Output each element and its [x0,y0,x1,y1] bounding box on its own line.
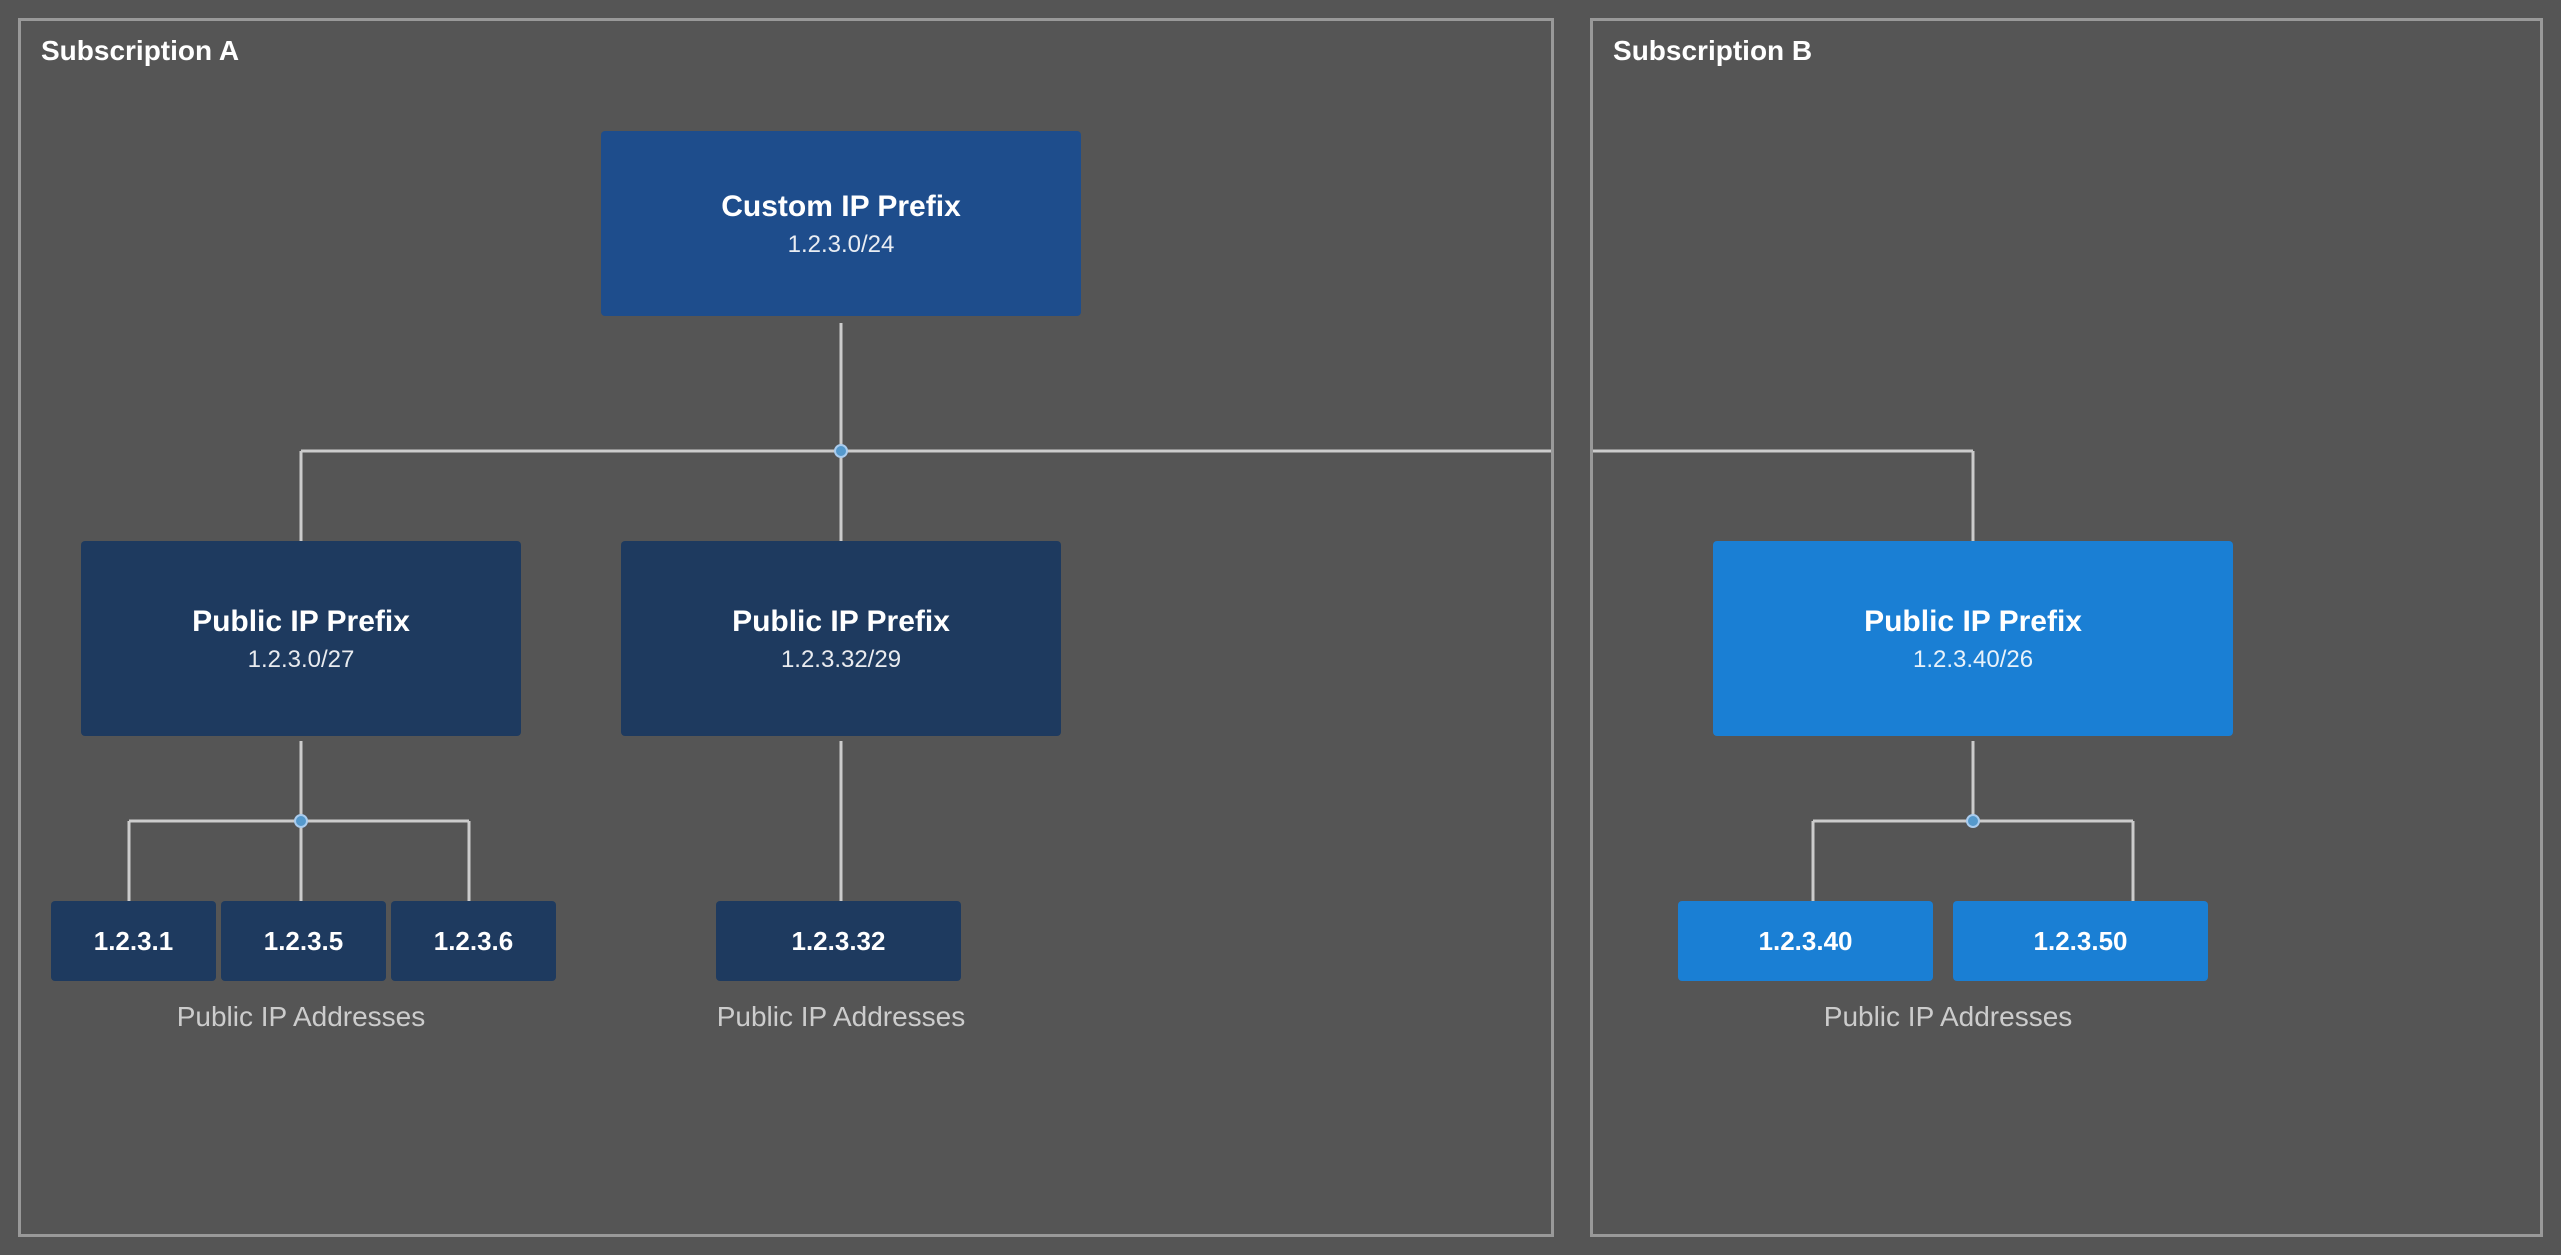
ip-left-2: 1.2.3.5 [221,901,386,981]
public-ip-prefix-left-box: Public IP Prefix 1.2.3.0/27 [81,541,521,736]
custom-ip-prefix-title: Custom IP Prefix [721,189,961,225]
public-ip-prefix-middle-subtitle: 1.2.3.32/29 [781,646,901,674]
public-ip-prefix-left-subtitle: 1.2.3.0/27 [248,646,355,674]
ip-left-3: 1.2.3.6 [391,901,556,981]
custom-ip-prefix-subtitle: 1.2.3.0/24 [788,231,895,259]
public-ip-prefix-right-title: Public IP Prefix [1864,604,2082,640]
subscription-a-label: Subscription A [41,35,239,67]
ip-right-1-text: 1.2.3.40 [1759,926,1853,957]
custom-ip-prefix-box: Custom IP Prefix 1.2.3.0/24 [601,131,1081,316]
ip-right-2: 1.2.3.50 [1953,901,2208,981]
public-ip-prefix-right-subtitle: 1.2.3.40/26 [1913,646,2033,674]
ip-right-2-text: 1.2.3.50 [2034,926,2128,957]
public-ip-prefix-left-title: Public IP Prefix [192,604,410,640]
ip-middle-1: 1.2.3.32 [716,901,961,981]
junction-dot-left [294,814,308,828]
subscription-b-panel: Subscription B Public IP Prefix 1.2.3.40… [1590,18,2543,1237]
subscription-a-panel: Subscription A Custom IP Prefix 1.2.3.0/… [18,18,1554,1237]
subscription-b-label: Subscription B [1613,35,1812,67]
ip-middle-1-text: 1.2.3.32 [792,926,886,957]
ip-right-1: 1.2.3.40 [1678,901,1933,981]
public-ip-prefix-right-box: Public IP Prefix 1.2.3.40/26 [1713,541,2233,736]
public-ip-prefix-middle-box: Public IP Prefix 1.2.3.32/29 [621,541,1061,736]
ip-left-1-text: 1.2.3.1 [94,926,174,957]
ip-left-1: 1.2.3.1 [51,901,216,981]
public-ip-addresses-label-right: Public IP Addresses [1673,1001,2223,1033]
public-ip-addresses-label-left: Public IP Addresses [81,1001,521,1033]
public-ip-prefix-middle-title: Public IP Prefix [732,604,950,640]
junction-dot-main [834,444,848,458]
ip-left-2-text: 1.2.3.5 [264,926,344,957]
public-ip-addresses-label-middle: Public IP Addresses [601,1001,1081,1033]
ip-left-3-text: 1.2.3.6 [434,926,514,957]
junction-dot-right [1966,814,1980,828]
